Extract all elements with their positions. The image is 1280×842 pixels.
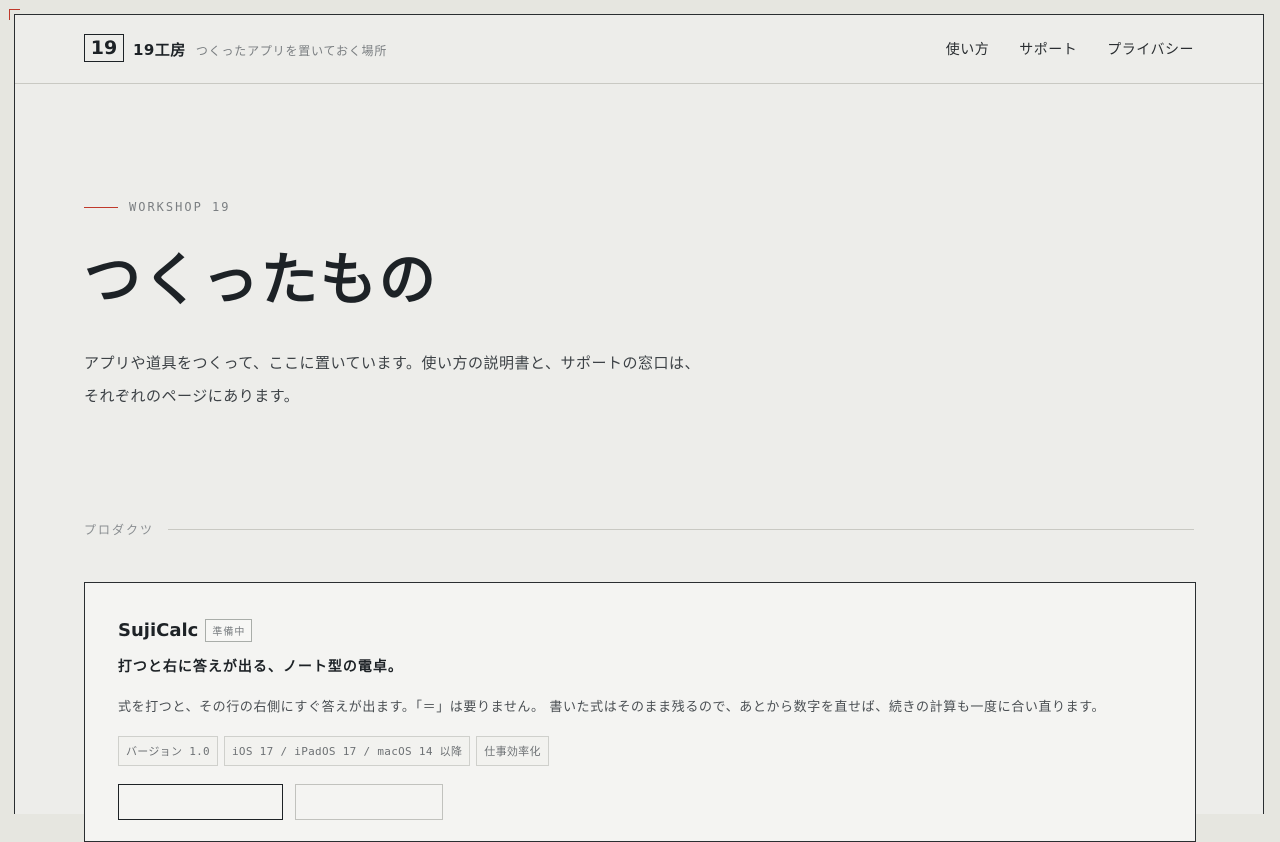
eyebrow: WORKSHOP 19 (84, 200, 1194, 214)
primary-action-button[interactable] (118, 784, 283, 820)
product-name[interactable]: SujiCalc (118, 620, 198, 641)
brand-name[interactable]: 19工房 (133, 39, 186, 60)
brand[interactable]: 19 19工房 つくったアプリを置いておく場所 (84, 34, 388, 62)
section-divider (168, 529, 1194, 530)
page-frame: 19 19工房 つくったアプリを置いておく場所 使い方 サポート プライバシー … (14, 14, 1264, 842)
hero: WORKSHOP 19 つくったもの アプリや道具をつくって、ここに置いています… (15, 84, 1263, 413)
eyebrow-text: WORKSHOP 19 (129, 200, 231, 214)
tag-category: 仕事効率化 (476, 736, 549, 766)
brand-tagline: つくったアプリを置いておく場所 (195, 44, 388, 58)
secondary-action-button[interactable] (295, 784, 443, 820)
tag-version: バージョン 1.0 (118, 736, 218, 766)
eyebrow-line (84, 206, 118, 208)
page-title: つくったもの (84, 247, 438, 313)
nav-privacy[interactable]: プライバシー (1107, 39, 1194, 59)
tag-platform: iOS 17 / iPadOS 17 / macOS 14 以降 (223, 736, 471, 766)
nav-support[interactable]: サポート (1019, 39, 1077, 59)
product-title-row: SujiCalc 準備中 (118, 619, 1162, 642)
product-card[interactable]: SujiCalc 準備中 打つと右に答えが出る、ノート型の電卓。 式を打つと、そ… (84, 582, 1196, 842)
product-tags: バージョン 1.0 iOS 17 / iPadOS 17 / macOS 14 … (118, 736, 1162, 766)
logo[interactable]: 19 (84, 34, 124, 62)
product-description: 式を打つと、その行の右側にすぐ答えが出ます。「＝」は要りません。 書いた式はその… (118, 700, 1106, 715)
status-badge: 準備中 (205, 619, 253, 642)
section-label: プロダクツ (84, 523, 155, 537)
nav-usage[interactable]: 使い方 (946, 39, 990, 59)
main-nav: 使い方 サポート プライバシー (946, 39, 1194, 59)
product-actions (118, 784, 1162, 820)
product-tagline: 打つと右に答えが出る、ノート型の電卓。 (118, 659, 403, 675)
section-header: プロダクツ (84, 521, 1194, 538)
site-header: 19 19工房 つくったアプリを置いておく場所 使い方 サポート プライバシー (15, 15, 1263, 84)
hero-description: アプリや道具をつくって、ここに置いています。使い方の説明書と、サポートの窓口は、… (84, 354, 700, 405)
